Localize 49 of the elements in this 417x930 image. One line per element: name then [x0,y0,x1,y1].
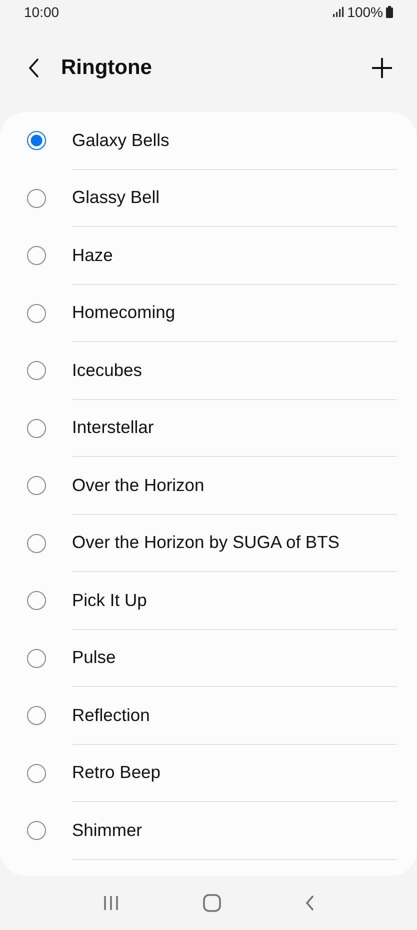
radio-button[interactable] [27,361,46,380]
ringtone-item[interactable]: Glassy Bell [0,170,417,227]
radio-button[interactable] [27,648,46,668]
ringtone-item[interactable]: Retro Beep [0,744,417,802]
ringtone-item[interactable]: Pulse [0,630,417,687]
radio-button[interactable] [27,591,46,610]
radio-button[interactable] [27,188,46,208]
ringtone-name: Shimmer [72,820,142,841]
ringtone-name: Retro Beep [72,762,161,784]
ringtone-item[interactable]: Icecubes [0,342,417,400]
radio-button[interactable] [27,534,46,553]
ringtone-item[interactable]: Haze [0,227,417,284]
ringtone-name: Reflection [72,704,150,726]
ringtone-item[interactable]: Shimmer [0,802,417,860]
ringtone-name: Pulse [72,647,116,668]
radio-button[interactable] [27,764,46,783]
page-title: Ringtone [61,56,153,80]
ringtone-name: Glassy Bell [72,187,160,208]
radio-button[interactable] [27,246,46,266]
ringtone-name: Icecubes [72,360,142,381]
ringtone-item[interactable]: Pick It Up [0,572,417,630]
ringtone-item[interactable]: Over the Horizon by SUGA of BTS [0,514,417,572]
battery-percentage: 100% [347,4,383,20]
ringtone-item[interactable]: Galaxy Bells [0,112,417,170]
recent-apps-icon[interactable] [102,895,120,911]
ringtone-name: Interstellar [72,417,154,438]
radio-button[interactable] [27,706,46,726]
radio-button[interactable] [27,418,46,438]
status-time: 10:00 [24,4,60,20]
ringtone-item[interactable]: Interstellar [0,400,417,457]
back-nav-icon[interactable] [305,895,316,911]
radio-button[interactable] [27,304,46,323]
ringtone-name: Pick It Up [72,590,147,611]
ringtone-item[interactable]: Reflection [0,687,417,744]
ringtone-name: Haze [72,244,113,266]
back-icon[interactable] [28,58,40,78]
home-icon[interactable] [203,894,222,912]
battery-icon [386,6,393,18]
ringtone-name: Galaxy Bells [72,130,170,151]
radio-button[interactable] [27,821,46,840]
ringtone-name: Over the Horizon [72,474,204,496]
ringtone-item[interactable]: Homecoming [0,284,417,342]
radio-button[interactable] [27,131,46,150]
signal-icon [333,7,344,17]
add-icon[interactable] [371,57,393,79]
radio-button[interactable] [27,476,46,496]
ringtone-item[interactable]: Over the Horizon [0,457,417,514]
ringtone-name: Over the Horizon by SUGA of BTS [72,532,340,554]
ringtone-name: Homecoming [72,302,176,324]
